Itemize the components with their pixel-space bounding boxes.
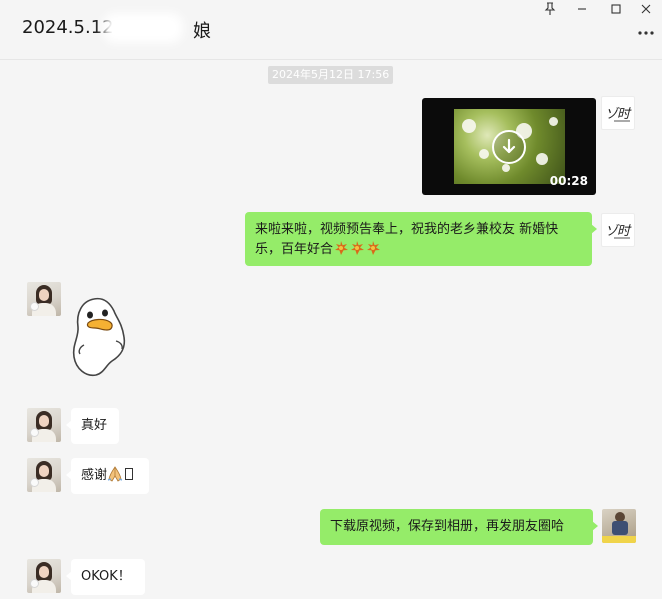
video-duration: 00:28 [549, 174, 588, 188]
contact-avatar[interactable] [27, 458, 61, 492]
contact-avatar[interactable] [27, 282, 61, 316]
download-icon[interactable] [492, 130, 526, 164]
message-text: 感谢 [81, 468, 108, 483]
message-bubble-theirs[interactable]: 感谢 [66, 458, 149, 494]
contact-avatar[interactable] [27, 408, 61, 442]
message-text: 真好 [81, 418, 108, 433]
title-bar: 2024.5.12 娘 [0, 0, 662, 60]
duck-sticker[interactable] [70, 293, 132, 385]
unknown-glyph-icon [125, 468, 134, 480]
firework-icon [333, 240, 381, 263]
more-icon[interactable] [636, 26, 656, 44]
minimize-icon[interactable] [572, 2, 592, 20]
maximize-icon[interactable] [606, 2, 626, 20]
pin-icon[interactable] [540, 2, 560, 20]
message-bubble-theirs[interactable]: OKOK！ [66, 559, 145, 595]
my-avatar[interactable]: ゾ时 [601, 213, 635, 247]
close-icon[interactable] [636, 2, 656, 20]
chat-title: 2024.5.12 [22, 17, 114, 38]
message-text: OKOK！ [81, 569, 131, 584]
redacted-title-area [103, 13, 183, 43]
message-text: 下载原视频，保存到相册，再发朋友圈哈 [330, 519, 565, 534]
video-message[interactable]: 00:28 [422, 98, 596, 195]
my-avatar[interactable] [602, 509, 636, 543]
message-bubble-mine[interactable]: 来啦来啦，视频预告奉上，祝我的老乡兼校友 新婚快 乐，百年好合 [245, 212, 597, 266]
contact-avatar[interactable] [27, 559, 61, 593]
message-text-line2: 乐，百年好合 [255, 242, 334, 257]
my-avatar[interactable]: ゾ时 [601, 96, 635, 130]
message-bubble-mine[interactable]: 下载原视频，保存到相册，再发朋友圈哈 [320, 509, 598, 545]
chat-title-tail: 娘 [193, 21, 211, 42]
message-text: 来啦来啦，视频预告奉上，祝我的老乡兼校友 新婚快 [255, 222, 559, 237]
pray-icon [107, 466, 123, 489]
message-timestamp: 2024年5月12日 17:56 [268, 66, 394, 84]
message-bubble-theirs[interactable]: 真好 [66, 408, 119, 444]
